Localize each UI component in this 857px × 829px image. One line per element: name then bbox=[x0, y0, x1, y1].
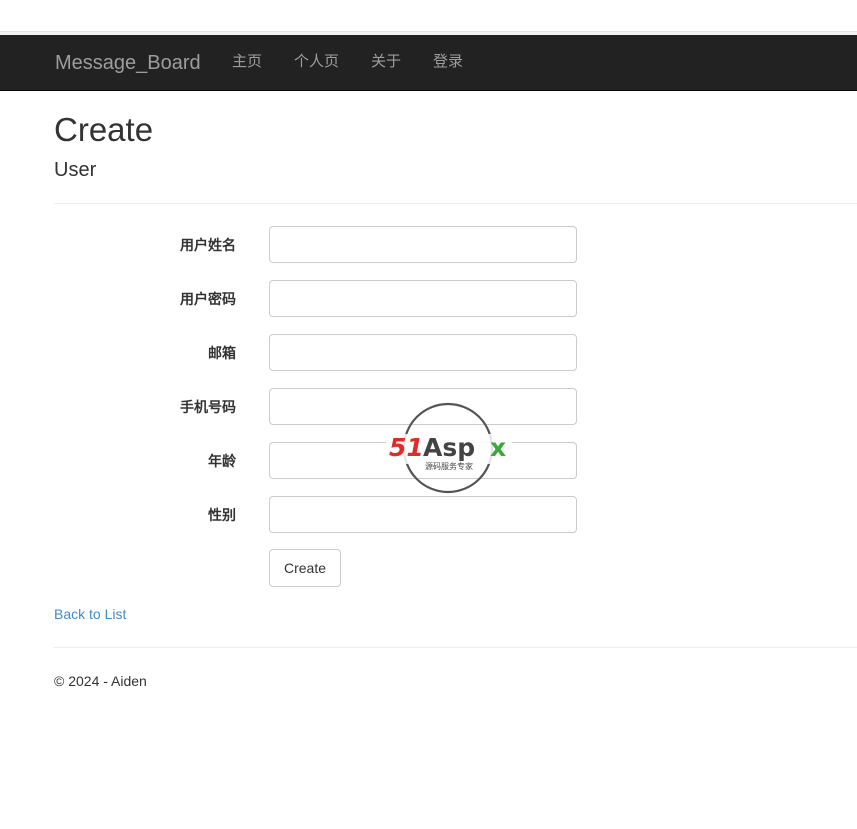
nav-links: 主页 个人页 关于 登录 bbox=[232, 52, 495, 72]
footer-divider bbox=[54, 647, 857, 648]
email-label: 邮箱 bbox=[208, 345, 236, 361]
password-label: 用户密码 bbox=[180, 291, 236, 307]
header-divider bbox=[54, 203, 857, 204]
form-row-gender: 性别 bbox=[0, 496, 857, 534]
form-row-username: 用户姓名 bbox=[0, 226, 857, 264]
password-input[interactable] bbox=[269, 280, 577, 317]
gender-input[interactable] bbox=[269, 496, 577, 533]
footer-text: © 2024 - Aiden bbox=[54, 673, 147, 689]
navbar: Message_Board 主页 个人页 关于 登录 bbox=[0, 35, 857, 91]
back-to-list-link[interactable]: Back to List bbox=[54, 604, 126, 624]
form-row-phone: 手机号码 bbox=[0, 388, 857, 426]
gender-label: 性别 bbox=[208, 507, 236, 523]
nav-link-login[interactable]: 登录 bbox=[433, 52, 463, 72]
brand-link[interactable]: Message_Board bbox=[55, 51, 201, 75]
email-input[interactable] bbox=[269, 334, 577, 371]
nav-link-profile[interactable]: 个人页 bbox=[294, 52, 339, 72]
browser-top-strip bbox=[0, 0, 857, 32]
phone-label: 手机号码 bbox=[180, 399, 236, 415]
create-button[interactable]: Create bbox=[269, 549, 341, 587]
nav-link-about[interactable]: 关于 bbox=[371, 52, 401, 72]
phone-input[interactable] bbox=[269, 388, 577, 425]
age-label: 年龄 bbox=[208, 453, 236, 469]
form-row-age: 年龄 bbox=[0, 442, 857, 480]
username-label: 用户姓名 bbox=[180, 237, 236, 253]
nav-link-home[interactable]: 主页 bbox=[232, 52, 262, 72]
form-row-email: 邮箱 bbox=[0, 334, 857, 372]
username-input[interactable] bbox=[269, 226, 577, 263]
form-row-password: 用户密码 bbox=[0, 280, 857, 318]
page-title: Create bbox=[54, 111, 154, 148]
age-input[interactable] bbox=[269, 442, 577, 479]
page-subtitle: User bbox=[54, 159, 97, 181]
